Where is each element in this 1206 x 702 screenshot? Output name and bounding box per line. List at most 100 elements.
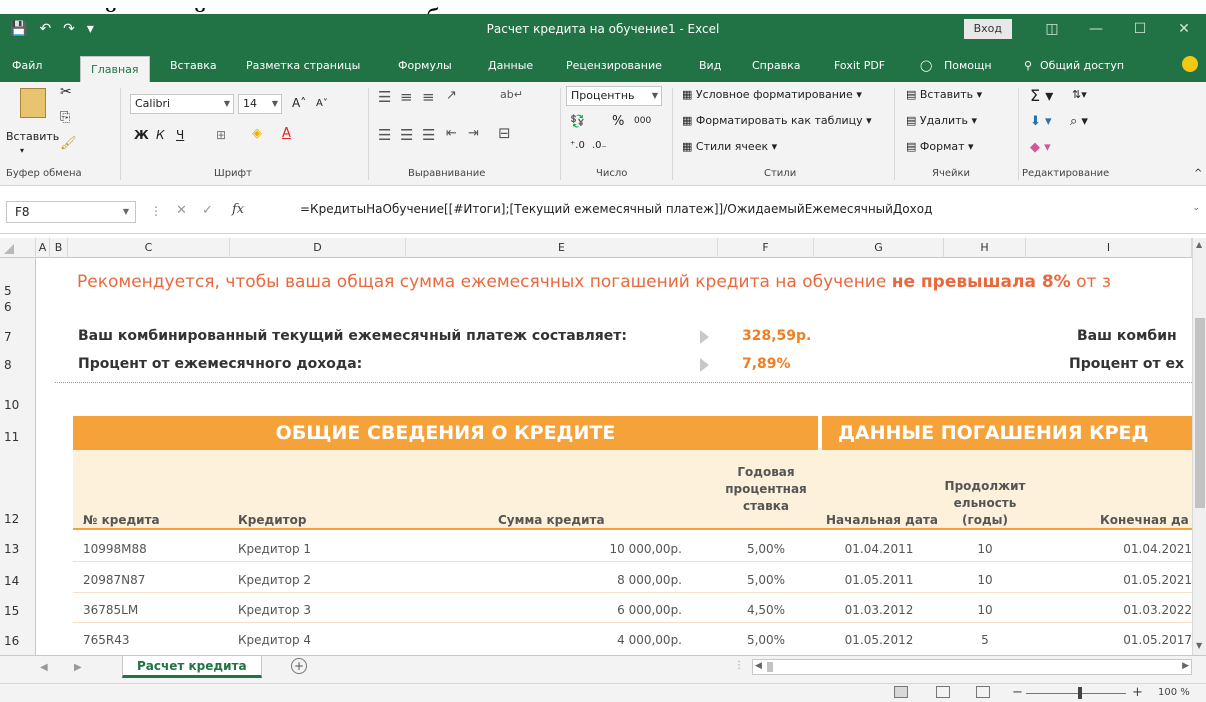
increase-decimal-icon[interactable]: ⁺.0 [570, 140, 585, 151]
loan-2-amount[interactable]: 8 000,00р. [488, 573, 682, 587]
formula-input[interactable]: =КредитыНаОбучение[[#Итоги];[Текущий еже… [300, 202, 932, 216]
header-lender[interactable]: Кредитор [238, 512, 306, 529]
loan-2-years[interactable]: 10 [944, 573, 1026, 587]
zoom-slider-knob[interactable] [1078, 687, 1082, 699]
loan-3-end[interactable]: 01.03.2022 [1026, 603, 1192, 617]
header-amount[interactable]: Сумма кредита [498, 512, 605, 529]
percent-style-button[interactable]: % [612, 114, 624, 129]
tab-foxit-pdf[interactable]: Foxit PDF [834, 54, 885, 82]
font-size-combo[interactable]: 14 ▼ [238, 94, 282, 114]
vertical-scroll-thumb[interactable] [1195, 318, 1205, 508]
align-top-icon[interactable]: ☰ [378, 88, 391, 106]
row-header-5[interactable]: 5 [0, 284, 36, 298]
borders-icon[interactable]: ⊞ [216, 128, 226, 142]
header-duration[interactable]: Продолжит ельность (годы) [944, 478, 1026, 529]
loan-1-years[interactable]: 10 [944, 542, 1026, 556]
loan-2-rate[interactable]: 5,00% [718, 573, 814, 587]
loan-2-start[interactable]: 01.05.2011 [814, 573, 944, 587]
enter-icon[interactable]: ✓ [202, 203, 213, 218]
tab-tell-me[interactable]: Помощн [944, 54, 992, 82]
sheet-tab-loan-calc[interactable]: Расчет кредита [122, 656, 262, 678]
number-format-combo[interactable]: Процентнь ▼ [566, 86, 662, 106]
tab-home[interactable]: Главная [80, 56, 150, 82]
page-break-view-icon[interactable] [976, 686, 990, 698]
insert-function-icon[interactable]: fx [232, 202, 244, 217]
normal-view-icon[interactable] [894, 686, 908, 698]
column-header-g[interactable]: G [814, 238, 944, 258]
worksheet-grid[interactable]: Рекомендуется, чтобы ваша общая сумма еж… [37, 258, 1192, 655]
loan-3-rate[interactable]: 4,50% [718, 603, 814, 617]
column-header-c[interactable]: C [68, 238, 230, 258]
tab-help[interactable]: Справка [752, 54, 800, 82]
autosum-icon[interactable]: Σ ▾ [1030, 86, 1053, 105]
accounting-format-icon[interactable]: 💱 [570, 114, 585, 128]
decrease-decimal-icon[interactable]: .0₋ [592, 140, 607, 151]
tab-formulas[interactable]: Формулы [398, 54, 452, 82]
row-header-7[interactable]: 7 [0, 330, 36, 344]
loan-3-years[interactable]: 10 [944, 603, 1026, 617]
insert-cells-button[interactable]: ▤ Вставить ▾ [906, 88, 982, 101]
feedback-smiley-icon[interactable] [1182, 56, 1198, 72]
decrease-font-icon[interactable]: A˅ [316, 98, 328, 109]
find-select-icon[interactable]: ⌕ ▾ [1070, 114, 1088, 129]
loan-3-lender[interactable]: Кредитор 3 [238, 603, 311, 617]
add-sheet-icon[interactable]: + [291, 658, 307, 674]
cell-styles-button[interactable]: ▦ Стили ячеек ▾ [682, 140, 777, 153]
merge-center-icon[interactable]: ⊟ [498, 124, 511, 142]
scroll-left-icon[interactable]: ◀ [755, 661, 762, 671]
loan-1-rate[interactable]: 5,00% [718, 542, 814, 556]
align-left-icon[interactable]: ☰ [378, 126, 391, 144]
format-cells-button[interactable]: ▤ Формат ▾ [906, 140, 974, 153]
paste-dropdown-icon[interactable]: ▾ [20, 146, 24, 155]
row-header-6[interactable]: 6 [0, 300, 36, 314]
row-header-12[interactable]: 12 [0, 512, 36, 526]
italic-button[interactable]: К [156, 128, 165, 142]
loan-4-years[interactable]: 5 [944, 633, 1026, 647]
scroll-down-icon[interactable]: ▼ [1196, 641, 1202, 650]
close-button[interactable]: ✕ [1162, 21, 1206, 37]
prev-sheet-icon[interactable]: ◀ [40, 662, 48, 673]
vertical-scrollbar[interactable]: ▲ ▼ [1192, 238, 1206, 655]
header-loan-no[interactable]: № кредита [83, 512, 160, 529]
horizontal-scroll-thumb[interactable] [767, 662, 773, 672]
horizontal-scrollbar[interactable]: ◀ ▶ [752, 659, 1192, 675]
collapse-ribbon-icon[interactable]: ^ [1194, 168, 1202, 179]
loan-3-start[interactable]: 01.03.2012 [814, 603, 944, 617]
tab-share[interactable]: Общий доступ [1040, 54, 1124, 82]
loan-2-no[interactable]: 20987N87 [83, 573, 145, 587]
next-sheet-icon[interactable]: ▶ [74, 662, 82, 673]
row-header-8[interactable]: 8 [0, 358, 36, 372]
row-header-13[interactable]: 13 [0, 542, 36, 556]
format-as-table-button[interactable]: ▦ Форматировать как таблицу ▾ [682, 114, 872, 127]
underline-button[interactable]: Ч [176, 128, 184, 142]
scroll-right-icon[interactable]: ▶ [1182, 661, 1189, 671]
header-annual-rate[interactable]: Годовая процентная ставка [718, 464, 814, 515]
row-header-15[interactable]: 15 [0, 604, 36, 618]
column-header-e[interactable]: E [406, 238, 718, 258]
loan-4-no[interactable]: 765R43 [83, 633, 130, 647]
sign-in-button[interactable]: Вход [963, 19, 1012, 39]
tab-splitter-handle[interactable]: ⋮ [734, 660, 744, 671]
maximize-button[interactable]: ☐ [1118, 21, 1162, 37]
column-header-f[interactable]: F [718, 238, 814, 258]
loan-4-rate[interactable]: 5,00% [718, 633, 814, 647]
tab-data[interactable]: Данные [488, 54, 533, 82]
tab-insert[interactable]: Вставка [170, 54, 217, 82]
column-header-h[interactable]: H [944, 238, 1026, 258]
increase-font-icon[interactable]: A˄ [292, 96, 306, 110]
zoom-level[interactable]: 100 % [1158, 687, 1190, 698]
clear-icon[interactable]: ◆ ▾ [1030, 140, 1051, 155]
loan-1-amount[interactable]: 10 000,00р. [488, 542, 682, 556]
font-name-combo[interactable]: Calibri ▼ [130, 94, 234, 114]
align-bottom-icon[interactable]: ≡ [422, 88, 435, 106]
font-color-icon[interactable]: A [282, 126, 291, 141]
row-header-10[interactable]: 10 [0, 398, 36, 412]
align-center-icon[interactable]: ☰ [400, 126, 413, 144]
share-icon[interactable]: ⚲ [1024, 54, 1032, 82]
column-header-i[interactable]: I [1026, 238, 1192, 258]
conditional-formatting-button[interactable]: ▦ Условное форматирование ▾ [682, 88, 862, 101]
zoom-slider-track[interactable] [1026, 693, 1126, 694]
tab-review[interactable]: Рецензирование [566, 54, 662, 82]
ribbon-display-icon[interactable]: ◫ [1030, 21, 1074, 37]
loan-3-no[interactable]: 36785LM [83, 603, 138, 617]
